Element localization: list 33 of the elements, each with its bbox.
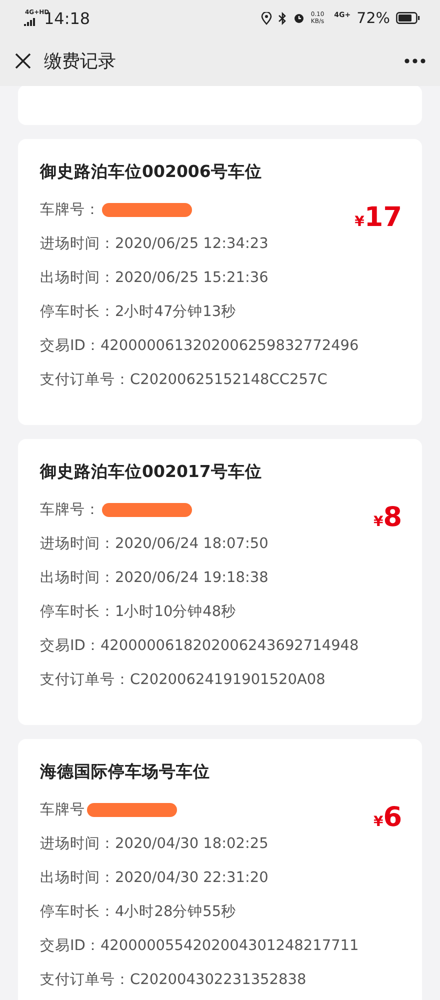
record-detail: 出场时间：2020/06/24 19:18:38 [40,569,270,588]
battery-percent: 72% [356,9,390,27]
amount: ¥17 [354,202,402,233]
record-detail: 进场时间：2020/06/25 12:34:23 [40,235,270,254]
battery-icon [396,12,420,24]
record-title: 御史路泊车位002017号车位 [40,461,263,483]
record-detail: 出场时间：2020/06/25 15:21:36 [40,269,270,288]
record-detail: 支付订单号：C202004302231352838 [40,971,308,990]
bluetooth-icon [278,12,287,24]
record-detail: 进场时间：2020/04/30 18:02:25 [40,835,270,854]
record-detail: 交易ID：4200000554202004301248217711 [40,936,360,956]
record-detail: 支付订单号：C20200624191901520A08 [40,671,326,690]
alarm-icon [292,12,305,24]
record-detail: 交易ID：4200000613202006259832772496 [40,336,360,356]
close-button[interactable] [14,52,32,70]
record-detail: 停车时长：2小时47分钟13秒 [40,303,238,322]
location-icon [260,12,272,24]
plate-label: 车牌号： [40,201,100,220]
record-detail: 出场时间：2020/04/30 22:31:20 [40,869,270,888]
record-detail: 支付订单号：C20200625152148CC257C [40,371,328,390]
amount: ¥8 [373,502,402,533]
record-title: 御史路泊车位002006号车位 [40,161,263,183]
plate-label: 车牌号 [40,801,85,820]
record-detail: 进场时间：2020/06/24 18:07:50 [40,535,270,554]
plate-label: 车牌号： [40,501,100,520]
more-button[interactable] [404,58,426,64]
record-detail: 交易ID：4200000618202006243692714948 [40,636,360,656]
page-title: 缴费记录 [44,50,117,73]
signal-icon [24,18,36,26]
record-detail: 停车时长：1小时10分钟48秒 [40,603,238,622]
record-detail: 停车时长：4小时28分钟55秒 [40,903,238,922]
record-title: 海德国际停车场号车位 [40,761,211,783]
amount: ¥6 [373,802,402,833]
